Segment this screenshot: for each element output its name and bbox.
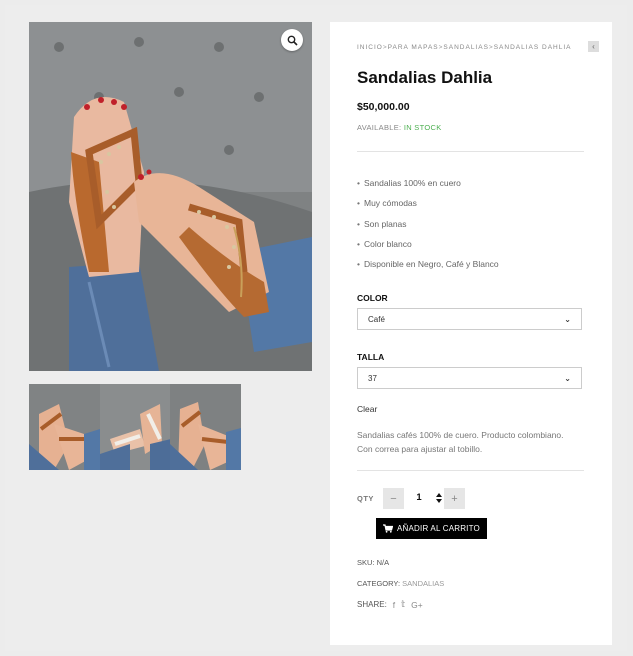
availability: AVAILABLE: IN STOCK	[357, 123, 442, 132]
feature-item: Muy cómodas	[357, 197, 499, 217]
feature-list: Sandalias 100% en cuero Muy cómodas Son …	[357, 177, 499, 278]
quantity-input[interactable]: 1	[412, 492, 426, 503]
chevron-down-icon: ⌄	[564, 314, 571, 324]
thumbnail-1[interactable]	[29, 384, 100, 470]
add-to-cart-label: AÑADIR AL CARRITO	[397, 524, 480, 533]
feature-item: Disponible en Negro, Café y Blanco	[357, 258, 499, 278]
product-description: Sandalias cafés 100% de cuero. Producto …	[357, 430, 564, 454]
zoom-icon[interactable]	[281, 29, 303, 51]
chevron-left-icon[interactable]: ‹	[588, 41, 599, 52]
product-main-image[interactable]	[29, 22, 312, 371]
breadcrumb: INICIO>PARA MAPAS>SANDALIAS>SANDALIAS DA…	[357, 44, 587, 51]
breadcrumb-item-sandalias[interactable]: SANDALIAS	[443, 44, 489, 51]
color-select-value: Café	[368, 314, 385, 324]
twitter-icon[interactable]: 𝕥	[401, 599, 405, 610]
cart-icon	[383, 524, 393, 533]
quantity-increase-button[interactable]: +	[444, 488, 465, 509]
thumbnail-2[interactable]	[99, 384, 171, 470]
size-label: TALLA	[357, 352, 385, 362]
product-summary-panel: INICIO>PARA MAPAS>SANDALIAS>SANDALIAS DA…	[330, 22, 612, 645]
divider	[357, 470, 584, 471]
availability-label: AVAILABLE:	[357, 123, 402, 132]
sku-label: SKU:	[357, 558, 375, 567]
divider	[357, 151, 584, 152]
product-price: $50,000.00	[357, 101, 410, 113]
category: CATEGORY: SANDALIAS	[357, 579, 444, 588]
google-plus-icon[interactable]: G+	[411, 600, 423, 610]
sku: SKU: N/A	[357, 558, 389, 567]
feature-item: Sandalias 100% en cuero	[357, 177, 499, 197]
size-select-value: 37	[368, 373, 377, 383]
feature-item: Color blanco	[357, 238, 499, 258]
color-label: COLOR	[357, 293, 388, 303]
breadcrumb-item-para-mapas[interactable]: PARA MAPAS	[388, 44, 439, 51]
quantity-decrease-button[interactable]: −	[383, 488, 404, 509]
breadcrumb-item-current: SANDALIAS DAHLIA	[493, 44, 572, 51]
color-select[interactable]: Café ⌄	[357, 308, 582, 330]
product-title: Sandalias Dahlia	[357, 68, 493, 87]
sku-value: N/A	[376, 558, 390, 567]
category-link[interactable]: SANDALIAS	[402, 579, 444, 588]
quantity-spinner-icon[interactable]	[434, 490, 443, 506]
feature-item: Son planas	[357, 218, 499, 238]
facebook-icon[interactable]: f	[393, 600, 395, 610]
thumbnail-strip	[29, 384, 241, 470]
add-to-cart-button[interactable]: AÑADIR AL CARRITO	[376, 518, 487, 539]
clear-link[interactable]: Clear	[357, 404, 377, 414]
breadcrumb-item-inicio[interactable]: INICIO	[357, 44, 383, 51]
share-label: SHARE:	[357, 600, 387, 609]
thumbnail-3[interactable]	[170, 384, 241, 470]
stock-status: IN STOCK	[403, 123, 442, 132]
category-label: CATEGORY:	[357, 579, 401, 588]
quantity-label: QTY	[357, 494, 374, 503]
share-row: SHARE: f 𝕥 G+	[357, 599, 423, 610]
size-select[interactable]: 37 ⌄	[357, 367, 582, 389]
chevron-down-icon: ⌄	[564, 373, 571, 383]
